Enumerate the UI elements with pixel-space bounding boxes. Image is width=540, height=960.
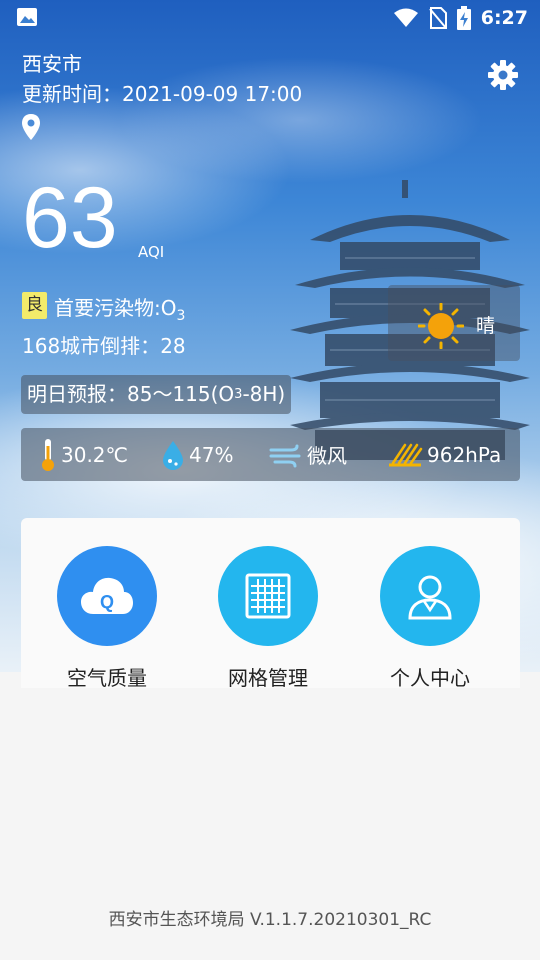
temperature-value: 30.2℃ bbox=[61, 442, 128, 467]
humidity-value: 47% bbox=[189, 442, 234, 467]
forecast-suffix: -8H) bbox=[242, 382, 286, 406]
tomorrow-forecast: 明日预报： 85～115(O 3 -8H) bbox=[21, 375, 292, 414]
wind-icon bbox=[269, 444, 301, 467]
sun-icon bbox=[418, 303, 464, 349]
update-label: 更新时间： bbox=[22, 82, 122, 106]
battery-charging-icon bbox=[456, 6, 471, 30]
aqi-value: 63 bbox=[22, 170, 118, 266]
grid-management-label: 网格管理 bbox=[228, 666, 308, 690]
user-icon bbox=[408, 575, 452, 620]
city-name: 西安市 bbox=[22, 52, 82, 76]
aqi-level-badge: 良 bbox=[22, 292, 47, 319]
humidity-stat: 47% bbox=[161, 428, 233, 481]
status-bar: 6:27 bbox=[0, 0, 540, 36]
pollutant-label: 首要污染物:O bbox=[54, 296, 177, 320]
status-time: 6:27 bbox=[480, 7, 528, 29]
rank-label: 168城市倒排： bbox=[22, 334, 161, 358]
forecast-label: 明日预报： bbox=[27, 382, 127, 406]
weather-stats-bar: 30.2℃ 47% 微风 962hPa bbox=[21, 428, 520, 481]
svg-text:Q: Q bbox=[100, 592, 114, 612]
thermometer-icon bbox=[42, 438, 54, 471]
personal-center-label: 个人中心 bbox=[390, 666, 470, 690]
pressure-stat: 962hPa bbox=[387, 428, 501, 481]
forecast-subscript: 3 bbox=[234, 387, 243, 402]
grid-management-circle bbox=[218, 546, 318, 646]
city-rank: 168城市倒排：28 bbox=[22, 330, 186, 359]
primary-pollutant: 首要污染物:O3 bbox=[54, 292, 185, 324]
weather-box: 晴 bbox=[388, 285, 520, 361]
air-quality-circle: Q bbox=[57, 546, 157, 646]
pollutant-subscript: 3 bbox=[176, 308, 186, 324]
settings-gear-icon[interactable] bbox=[487, 59, 519, 91]
pressure-value: 962hPa bbox=[427, 442, 502, 467]
grid-icon bbox=[245, 573, 291, 619]
pressure-icon bbox=[389, 443, 423, 466]
image-notification-icon bbox=[17, 8, 37, 26]
cloud-q-icon: Q bbox=[81, 577, 133, 614]
forecast-range: 85～115(O bbox=[127, 382, 235, 406]
personal-center-circle bbox=[380, 546, 480, 646]
wind-stat: 微风 bbox=[269, 428, 347, 481]
weather-condition: 晴 bbox=[476, 315, 496, 337]
location-pin-icon[interactable] bbox=[22, 114, 40, 140]
rank-value: 28 bbox=[160, 334, 186, 358]
feature-menu: Q 空气质量 网格管理 个人中心 bbox=[21, 518, 520, 691]
temperature-stat: 30.2℃ bbox=[39, 428, 128, 481]
air-quality-button[interactable]: Q 空气质量 bbox=[37, 546, 177, 691]
personal-center-button[interactable]: 个人中心 bbox=[360, 546, 500, 691]
update-time: 更新时间：2021-09-09 17:00 bbox=[22, 78, 302, 107]
aqi-unit: AQI bbox=[138, 243, 165, 261]
no-sim-icon bbox=[428, 7, 447, 29]
update-value: 2021-09-09 17:00 bbox=[122, 82, 303, 106]
wind-value: 微风 bbox=[307, 444, 347, 468]
grid-management-button[interactable]: 网格管理 bbox=[198, 546, 338, 691]
wifi-icon bbox=[393, 8, 418, 27]
water-drop-icon bbox=[163, 440, 183, 470]
air-quality-label: 空气质量 bbox=[67, 666, 147, 690]
footer-version: 西安市生态环境局 V.1.1.7.20210301_RC bbox=[108, 910, 432, 930]
